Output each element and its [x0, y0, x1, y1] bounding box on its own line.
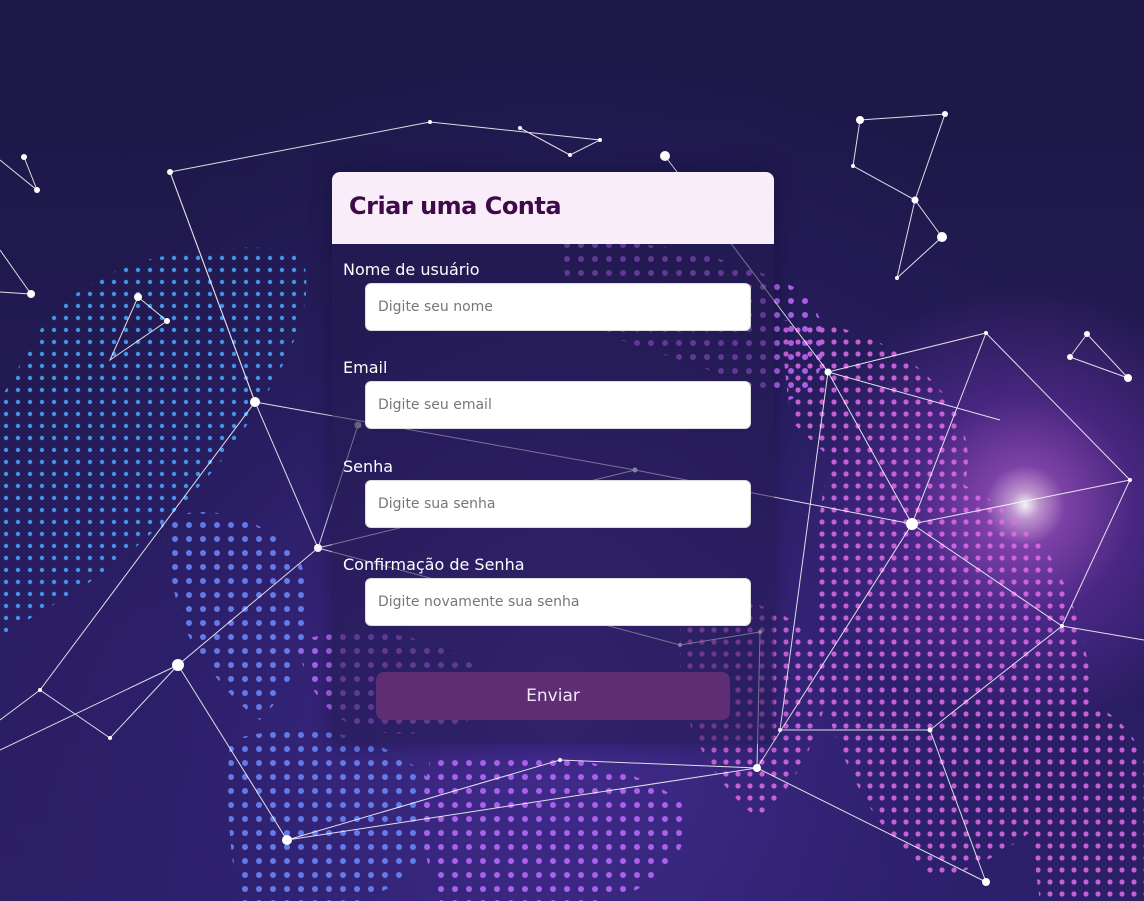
submit-button[interactable]: Enviar	[376, 672, 730, 720]
confirm-password-input[interactable]	[365, 578, 751, 626]
username-input[interactable]	[365, 283, 751, 331]
signup-form: Criar uma Conta Nome de usuário Email Se…	[332, 172, 774, 744]
email-label: Email	[343, 358, 388, 377]
password-input[interactable]	[365, 480, 751, 528]
password-label: Senha	[343, 457, 394, 476]
confirm-password-label: Confirmação de Senha	[343, 555, 525, 574]
form-title: Criar uma Conta	[349, 192, 562, 220]
username-label: Nome de usuário	[343, 260, 480, 279]
email-input[interactable]	[365, 381, 751, 429]
form-header: Criar uma Conta	[332, 172, 774, 244]
